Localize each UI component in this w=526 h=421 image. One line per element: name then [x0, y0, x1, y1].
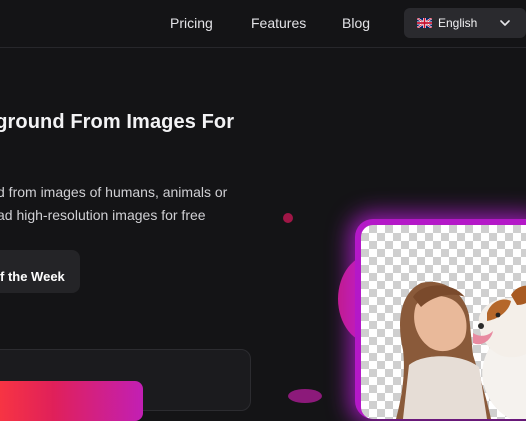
- upload-image-button[interactable]: [0, 381, 143, 421]
- decorative-dot-bottom: [288, 389, 322, 403]
- hero-description-line-1: d from images of humans, animals or: [0, 184, 228, 200]
- nav-link-blog[interactable]: Blog: [342, 15, 370, 31]
- transparent-background-preview: [361, 225, 526, 419]
- nav-link-pricing[interactable]: Pricing: [170, 15, 213, 31]
- decorative-dot: [283, 213, 293, 223]
- language-selector[interactable]: English: [404, 8, 526, 38]
- hero-headline: kground From Images For: [0, 111, 235, 133]
- top-navbar: Pricing Features Blog English: [0, 0, 526, 48]
- hero-description-line-2: ad high-resolution images for free: [0, 207, 206, 223]
- preview-frame: [355, 219, 526, 419]
- language-label: English: [438, 16, 478, 30]
- uk-flag-icon: [417, 18, 432, 28]
- upload-card: [0, 349, 251, 421]
- nav-link-features[interactable]: Features: [251, 15, 306, 31]
- product-of-the-week-label: f the Week: [0, 269, 65, 284]
- chevron-down-icon: [500, 20, 510, 26]
- product-of-the-week-button[interactable]: f the Week: [0, 250, 80, 293]
- woman-with-dog-image: [396, 281, 526, 419]
